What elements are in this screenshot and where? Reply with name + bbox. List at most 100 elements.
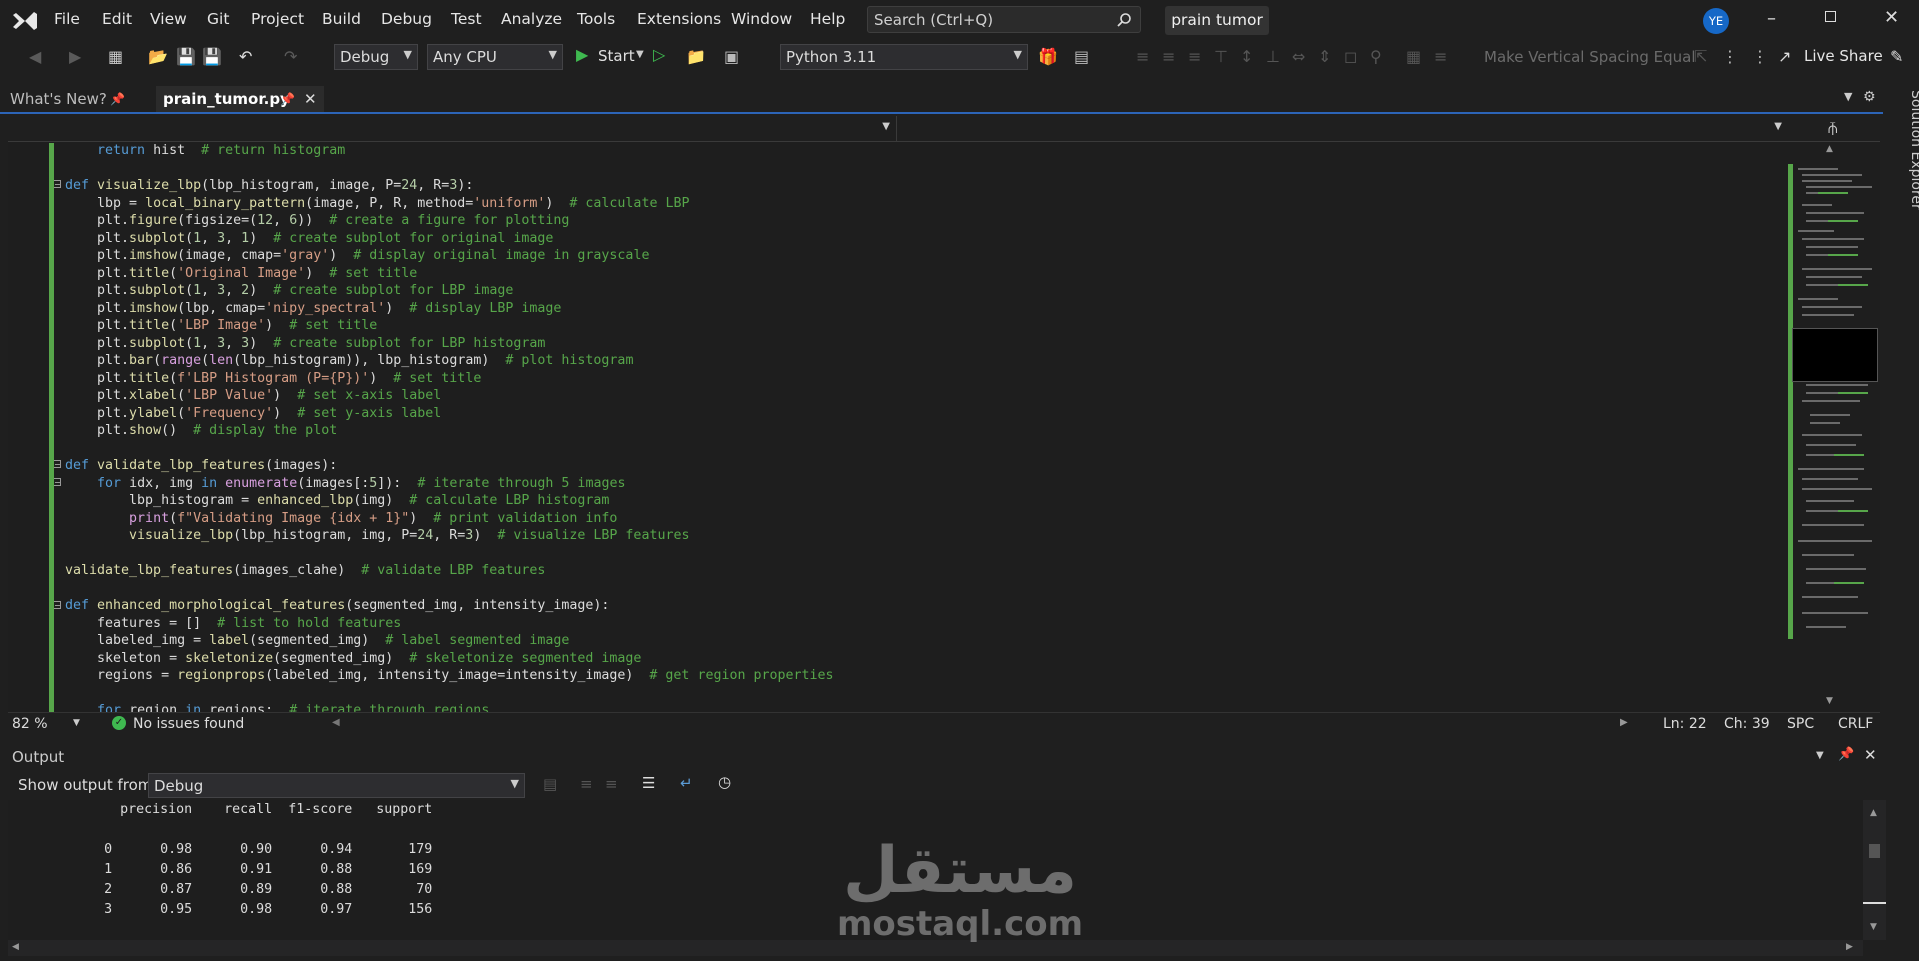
fold-toggle-icon[interactable]: −: [53, 460, 61, 469]
code-line[interactable]: plt.imshow(lbp, cmap='nipy_spectral') # …: [65, 301, 561, 316]
align-right-icon[interactable]: ≡: [1188, 47, 1201, 66]
minimize-icon[interactable]: –: [1767, 8, 1776, 29]
menu-build[interactable]: Build: [322, 10, 361, 28]
menu-window[interactable]: Window: [731, 10, 792, 28]
code-line[interactable]: validate_lbp_features(images_clahe) # va…: [65, 563, 545, 578]
align-bottom-icon[interactable]: ⊥: [1266, 47, 1280, 66]
indent-mode[interactable]: SPC: [1787, 716, 1814, 732]
scroll-left-icon[interactable]: ◀: [12, 942, 19, 952]
scroll-up-icon[interactable]: ▲: [1826, 144, 1833, 154]
menu-edit[interactable]: Edit: [102, 10, 132, 28]
previous-message-icon[interactable]: ≡: [580, 775, 593, 793]
resize-icon[interactable]: ⇱: [1694, 47, 1707, 66]
scroll-right-icon[interactable]: ▶: [1846, 942, 1853, 952]
platform-dropdown[interactable]: Any CPU ▼: [427, 44, 563, 70]
browse-folder-icon[interactable]: 📁: [686, 47, 706, 66]
code-text[interactable]: return hist # return histogram def visua…: [65, 142, 834, 712]
toolbar-options-icon[interactable]: ⋮: [1752, 47, 1768, 66]
code-line[interactable]: labeled_img = label(segmented_img) # lab…: [65, 633, 569, 648]
code-line[interactable]: def enhanced_morphological_features(segm…: [65, 598, 609, 613]
code-line[interactable]: plt.subplot(1, 3, 3) # create subplot fo…: [65, 336, 545, 351]
code-line[interactable]: plt.title('LBP Image') # set title: [65, 318, 377, 333]
code-line[interactable]: skeleton = skeletonize(segmented_img) # …: [65, 651, 641, 666]
nav-back-icon[interactable]: ◀: [29, 47, 41, 66]
start-button[interactable]: Start: [598, 47, 635, 65]
minimap[interactable]: ▲ ▼: [1786, 142, 1880, 712]
code-line[interactable]: return hist # return histogram: [65, 143, 345, 158]
code-line[interactable]: print(f"Validating Image {idx + 1}") # p…: [65, 511, 617, 526]
redo-icon[interactable]: ↷: [284, 47, 297, 66]
size-icon[interactable]: ◻: [1344, 47, 1357, 66]
line-ending[interactable]: CRLF: [1838, 716, 1873, 732]
find-message-icon[interactable]: ▤: [543, 775, 557, 793]
menu-file[interactable]: File: [54, 10, 80, 28]
save-icon[interactable]: 💾: [176, 47, 196, 66]
feedback-icon[interactable]: ✎: [1890, 47, 1903, 66]
configuration-dropdown[interactable]: Debug ▼: [334, 44, 418, 70]
code-line[interactable]: def visualize_lbp(lbp_histogram, image, …: [65, 178, 473, 193]
code-line[interactable]: regions = regionprops(labeled_img, inten…: [65, 668, 834, 683]
code-line[interactable]: plt.title('Original Image') # set title: [65, 266, 417, 281]
issues-status[interactable]: No issues found: [133, 716, 244, 732]
start-play-icon[interactable]: ▶: [576, 45, 588, 64]
user-avatar[interactable]: YE: [1703, 8, 1729, 34]
tab-prain-tumor-py[interactable]: prain_tumor.py 📌 ✕: [156, 86, 324, 112]
fold-toggle-icon[interactable]: −: [53, 180, 61, 189]
fold-toggle-icon[interactable]: −: [53, 478, 61, 487]
save-all-icon[interactable]: 💾: [202, 47, 222, 66]
live-share-button[interactable]: Live Share: [1804, 47, 1883, 65]
restore-icon[interactable]: [1825, 11, 1836, 22]
make-vertical-spacing-equal-button[interactable]: Make Vertical Spacing Equal: [1484, 48, 1696, 66]
undo-icon[interactable]: ↶: [239, 47, 252, 66]
zoom-level[interactable]: 82 %: [12, 716, 48, 732]
open-folder-icon[interactable]: 📂: [148, 47, 168, 66]
output-source-dropdown[interactable]: Debug ▼: [148, 773, 525, 798]
panel-options-icon[interactable]: ▼: [1816, 750, 1824, 761]
vertical-spacing-icon[interactable]: ⇕: [1318, 47, 1331, 66]
code-line[interactable]: plt.imshow(image, cmap='gray') # display…: [65, 248, 649, 263]
vertical-spacing-equal-icon[interactable]: ≡: [1434, 47, 1447, 66]
code-line[interactable]: visualize_lbp(lbp_histogram, img, P=24, …: [65, 528, 689, 543]
close-tab-icon[interactable]: ✕: [304, 86, 317, 112]
menu-extensions[interactable]: Extensions: [637, 10, 721, 28]
member-scope-dropdown[interactable]: ▼: [900, 116, 1788, 141]
clock-icon[interactable]: ◷: [718, 773, 731, 791]
grid-icon[interactable]: ▦: [1406, 47, 1421, 66]
python-environment-dropdown[interactable]: Python 3.11 ▼: [780, 44, 1028, 70]
pin-icon[interactable]: 📌: [110, 86, 125, 112]
close-window-icon[interactable]: ✕: [1884, 7, 1899, 28]
code-line[interactable]: plt.title(f'LBP Histogram (P={P})') # se…: [65, 371, 481, 386]
live-share-icon[interactable]: ↗: [1778, 47, 1791, 66]
new-project-icon[interactable]: ▦: [108, 47, 123, 66]
menu-help[interactable]: Help: [810, 10, 845, 28]
code-line[interactable]: lbp = local_binary_pattern(image, P, R, …: [65, 196, 689, 211]
menu-test[interactable]: Test: [451, 10, 482, 28]
word-wrap-icon[interactable]: ↵: [680, 774, 693, 792]
solution-explorer-tab[interactable]: Solution Explorer: [1904, 90, 1919, 230]
code-line[interactable]: for idx, img in enumerate(images[:5]): #…: [65, 476, 625, 491]
scroll-thumb[interactable]: [1869, 844, 1880, 858]
menu-tools[interactable]: Tools: [577, 10, 615, 28]
scroll-up-icon[interactable]: ▲: [1870, 808, 1877, 818]
code-line[interactable]: features = [] # list to hold features: [65, 616, 401, 631]
zoom-dropdown-icon[interactable]: ▼: [73, 718, 80, 728]
pin-icon[interactable]: 📌: [280, 86, 295, 112]
align-center-icon[interactable]: ≡: [1162, 47, 1175, 66]
code-line[interactable]: for region in regions: # iterate through…: [65, 703, 489, 712]
scroll-left-icon[interactable]: ◀: [332, 717, 340, 728]
start-without-debug-icon[interactable]: ▷: [653, 45, 665, 64]
code-line[interactable]: lbp_histogram = enhanced_lbp(img) # calc…: [65, 493, 609, 508]
nav-forward-icon[interactable]: ▶: [69, 47, 81, 66]
layout-icon[interactable]: ▤: [1074, 47, 1089, 66]
line-number[interactable]: Ln: 22: [1663, 716, 1707, 732]
align-left-icon[interactable]: ≡: [1136, 47, 1149, 66]
code-line[interactable]: plt.xlabel('LBP Value') # set x-axis lab…: [65, 388, 441, 403]
output-vertical-scrollbar[interactable]: ▲ ▼: [1863, 800, 1886, 940]
code-line[interactable]: def validate_lbp_features(images):: [65, 458, 337, 473]
split-editor-icon[interactable]: ⫚: [1828, 118, 1838, 138]
pin-icon[interactable]: 📌: [1838, 747, 1854, 762]
menu-git[interactable]: Git: [207, 10, 229, 28]
menu-analyze[interactable]: Analyze: [501, 10, 562, 28]
clear-all-icon[interactable]: ☰: [642, 774, 655, 792]
code-line[interactable]: plt.ylabel('Frequency') # set y-axis lab…: [65, 406, 441, 421]
